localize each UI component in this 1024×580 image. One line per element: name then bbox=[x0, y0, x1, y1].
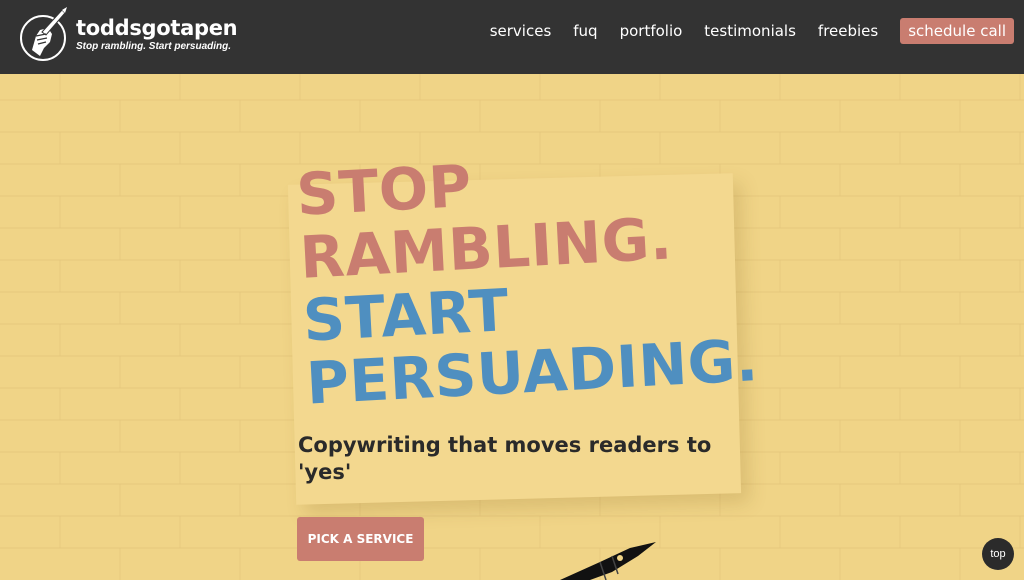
fist-holding-pen-icon bbox=[20, 7, 67, 61]
nav-link-services[interactable]: services bbox=[490, 18, 552, 44]
brand-text: toddsgotapen Stop rambling. Start persua… bbox=[76, 15, 238, 53]
scroll-to-top-button[interactable]: top bbox=[982, 538, 1014, 570]
site-header: toddsgotapen Stop rambling. Start persua… bbox=[0, 0, 1024, 74]
pick-a-service-button[interactable]: PICK A SERVICE bbox=[297, 517, 424, 561]
hero-subheadline: Copywriting that moves readers to 'yes' bbox=[298, 433, 712, 484]
hero-section: STOP RAMBLING. START PERSUADING. Copywri… bbox=[0, 74, 1024, 580]
brand-logo[interactable]: toddsgotapen Stop rambling. Start persua… bbox=[18, 6, 238, 62]
brand-name: toddsgotapen bbox=[76, 16, 238, 40]
brand-tagline: Stop rambling. Start persuading. bbox=[76, 41, 232, 52]
nav-link-testimonials[interactable]: testimonials bbox=[704, 18, 796, 44]
main-nav: services fuq portfolio testimonials free… bbox=[468, 18, 1014, 44]
schedule-call-button[interactable]: schedule call bbox=[900, 18, 1014, 44]
nav-link-fuq[interactable]: fuq bbox=[573, 18, 597, 44]
hero-headline: STOP RAMBLING. START PERSUADING. bbox=[295, 140, 760, 418]
fountain-pen-nib-icon bbox=[560, 542, 656, 580]
nav-link-freebies[interactable]: freebies bbox=[818, 18, 878, 44]
nav-link-portfolio[interactable]: portfolio bbox=[620, 18, 683, 44]
